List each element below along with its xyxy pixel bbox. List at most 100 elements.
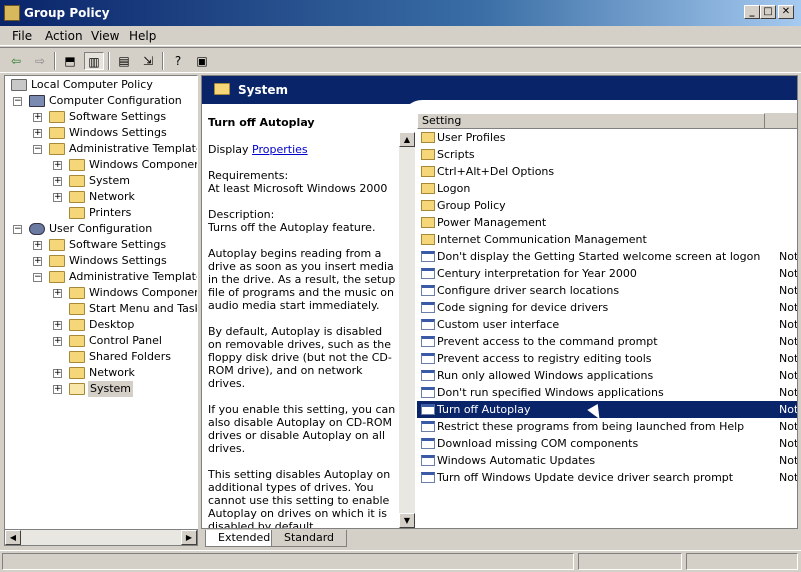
properties-icon[interactable]: ▤: [114, 52, 134, 70]
tree-item[interactable]: + Desktop: [51, 317, 197, 333]
collapse-icon[interactable]: −: [33, 145, 42, 154]
tree-item-selected[interactable]: + System: [51, 381, 197, 397]
list-item-setting[interactable]: Century interpretation for Year 2000 Not: [417, 265, 797, 282]
list-item-setting[interactable]: Configure driver search locations Not: [417, 282, 797, 299]
tree-item[interactable]: + Windows Components: [51, 157, 197, 173]
expand-icon[interactable]: +: [53, 321, 62, 330]
minimize-button[interactable]: _: [744, 5, 760, 19]
description-paragraph: This setting disables Autoplay on additi…: [208, 468, 391, 529]
tree-item[interactable]: + Network: [51, 189, 197, 205]
title-bar[interactable]: Group Policy _ □ ✕: [0, 0, 801, 26]
expand-icon[interactable]: +: [33, 241, 42, 250]
policy-icon: [11, 79, 27, 91]
scroll-up-icon[interactable]: ▲: [399, 132, 415, 147]
export-list-icon[interactable]: ⇲: [138, 52, 158, 70]
list-item-setting[interactable]: Turn off Windows Update device driver se…: [417, 469, 797, 486]
tree-user-config[interactable]: − User Configuration: [11, 221, 191, 237]
tree-item[interactable]: − Administrative Templates: [31, 141, 197, 157]
list-item-setting[interactable]: Download missing COM components Not: [417, 435, 797, 452]
list-item-setting[interactable]: Windows Automatic Updates Not: [417, 452, 797, 469]
tree-item[interactable]: + Windows Components: [51, 285, 197, 301]
setting-icon: [421, 336, 435, 347]
maximize-button[interactable]: □: [760, 5, 776, 19]
list-item-setting[interactable]: Prevent access to the command prompt Not: [417, 333, 797, 350]
list-item-folder[interactable]: Power Management: [417, 214, 797, 231]
list-item-setting[interactable]: Custom user interface Not: [417, 316, 797, 333]
collapse-icon[interactable]: −: [33, 273, 42, 282]
tree-computer-config[interactable]: − Computer Configuration: [11, 93, 191, 109]
tree-item[interactable]: + System: [51, 173, 197, 189]
up-folder-icon[interactable]: ⬒: [60, 52, 80, 70]
tree-item[interactable]: Start Menu and Taskba: [51, 301, 197, 317]
folder-icon: [49, 255, 65, 267]
menu-help[interactable]: Help: [129, 29, 156, 43]
list-item-setting[interactable]: Don't run specified Windows applications…: [417, 384, 797, 401]
tree-item[interactable]: + Windows Settings: [31, 125, 197, 141]
setting-icon: [421, 472, 435, 483]
details-pane: System Turn off Autoplay Display Propert…: [201, 75, 798, 529]
tree-item[interactable]: + Windows Settings: [31, 253, 197, 269]
expand-icon[interactable]: +: [53, 369, 62, 378]
list-item-setting[interactable]: Prevent access to registry editing tools…: [417, 350, 797, 367]
close-button[interactable]: ✕: [778, 5, 794, 19]
tree-item[interactable]: − Administrative Templates: [31, 269, 197, 285]
expand-icon[interactable]: +: [53, 385, 62, 394]
list-item-folder[interactable]: Group Policy: [417, 197, 797, 214]
menu-view[interactable]: View: [91, 29, 119, 43]
menu-action[interactable]: Action: [45, 29, 83, 43]
tree-horizontal-scrollbar[interactable]: ◀ ▶: [4, 529, 198, 546]
menu-file[interactable]: File: [12, 29, 32, 43]
collapse-icon[interactable]: −: [13, 225, 22, 234]
list-item-setting[interactable]: Run only allowed Windows applications Not: [417, 367, 797, 384]
menu-bar: File Action View Help: [0, 26, 801, 46]
folder-icon: [69, 287, 85, 299]
list-item-folder[interactable]: Internet Communication Management: [417, 231, 797, 248]
properties-link[interactable]: Properties: [252, 143, 308, 156]
description-scrollbar[interactable]: ▲ ▼: [399, 132, 415, 528]
expand-icon[interactable]: +: [53, 337, 62, 346]
setting-icon: [421, 404, 435, 415]
list-item-folder[interactable]: User Profiles: [417, 129, 797, 146]
list-item-setting[interactable]: Don't display the Getting Started welcom…: [417, 248, 797, 265]
folder-icon: [421, 132, 435, 143]
expand-icon[interactable]: +: [33, 113, 42, 122]
help-icon[interactable]: ?: [168, 52, 188, 70]
tree-item[interactable]: Shared Folders: [51, 349, 197, 365]
expand-icon[interactable]: +: [53, 177, 62, 186]
tree-item[interactable]: Printers: [51, 205, 197, 221]
expand-icon[interactable]: +: [53, 289, 62, 298]
column-setting[interactable]: Setting: [417, 113, 765, 129]
scroll-left-icon[interactable]: ◀: [5, 530, 21, 545]
show-hide-tree-icon[interactable]: ▥: [84, 52, 104, 70]
back-icon[interactable]: ⇦: [6, 52, 26, 70]
expand-icon[interactable]: +: [53, 193, 62, 202]
list-item-setting[interactable]: Restrict these programs from being launc…: [417, 418, 797, 435]
folder-icon: [421, 149, 435, 160]
expand-icon[interactable]: +: [53, 161, 62, 170]
group-policy-icon: [4, 5, 20, 21]
settings-list[interactable]: Setting User Profiles Scripts Ctrl+Alt+Del…: [417, 113, 797, 526]
list-item-folder[interactable]: Ctrl+Alt+Del Options: [417, 163, 797, 180]
tree-item[interactable]: + Control Panel: [51, 333, 197, 349]
tree-item[interactable]: + Network: [51, 365, 197, 381]
tab-standard[interactable]: Standard: [271, 530, 348, 547]
folder-icon: [49, 239, 65, 251]
list-item-setting[interactable]: Code signing for device drivers Not: [417, 299, 797, 316]
scroll-down-icon[interactable]: ▼: [399, 513, 415, 528]
forward-icon[interactable]: ⇨: [30, 52, 50, 70]
folder-icon: [49, 271, 65, 283]
tree-item[interactable]: + Software Settings: [31, 109, 197, 125]
tree-pane[interactable]: Local Computer Policy − Computer Configu…: [4, 75, 198, 530]
show-description-icon[interactable]: ▣: [192, 52, 212, 70]
expand-icon[interactable]: +: [33, 257, 42, 266]
setting-icon: [421, 455, 435, 466]
expand-icon[interactable]: +: [33, 129, 42, 138]
tree-item[interactable]: + Software Settings: [31, 237, 197, 253]
scroll-right-icon[interactable]: ▶: [181, 530, 197, 545]
collapse-icon[interactable]: −: [13, 97, 22, 106]
list-item-folder[interactable]: Logon: [417, 180, 797, 197]
folder-icon: [49, 143, 65, 155]
setting-icon: [421, 421, 435, 432]
list-item-setting[interactable]: Turn off Autoplay Not: [417, 401, 797, 418]
list-item-folder[interactable]: Scripts: [417, 146, 797, 163]
